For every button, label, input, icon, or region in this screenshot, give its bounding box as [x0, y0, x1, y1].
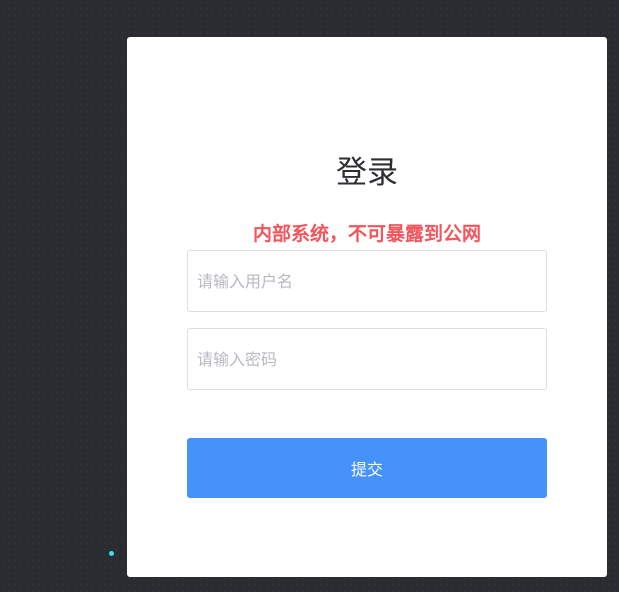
submit-button[interactable]: 提交	[187, 438, 547, 498]
password-input[interactable]	[188, 329, 546, 389]
password-field[interactable]	[187, 328, 547, 390]
login-card: 登录 内部系统，不可暴露到公网 提交	[127, 37, 607, 577]
username-field[interactable]	[187, 250, 547, 312]
username-input[interactable]	[188, 251, 546, 311]
security-warning: 内部系统，不可暴露到公网	[252, 223, 481, 245]
accent-dot	[109, 551, 114, 556]
login-title: 登录	[336, 155, 398, 191]
